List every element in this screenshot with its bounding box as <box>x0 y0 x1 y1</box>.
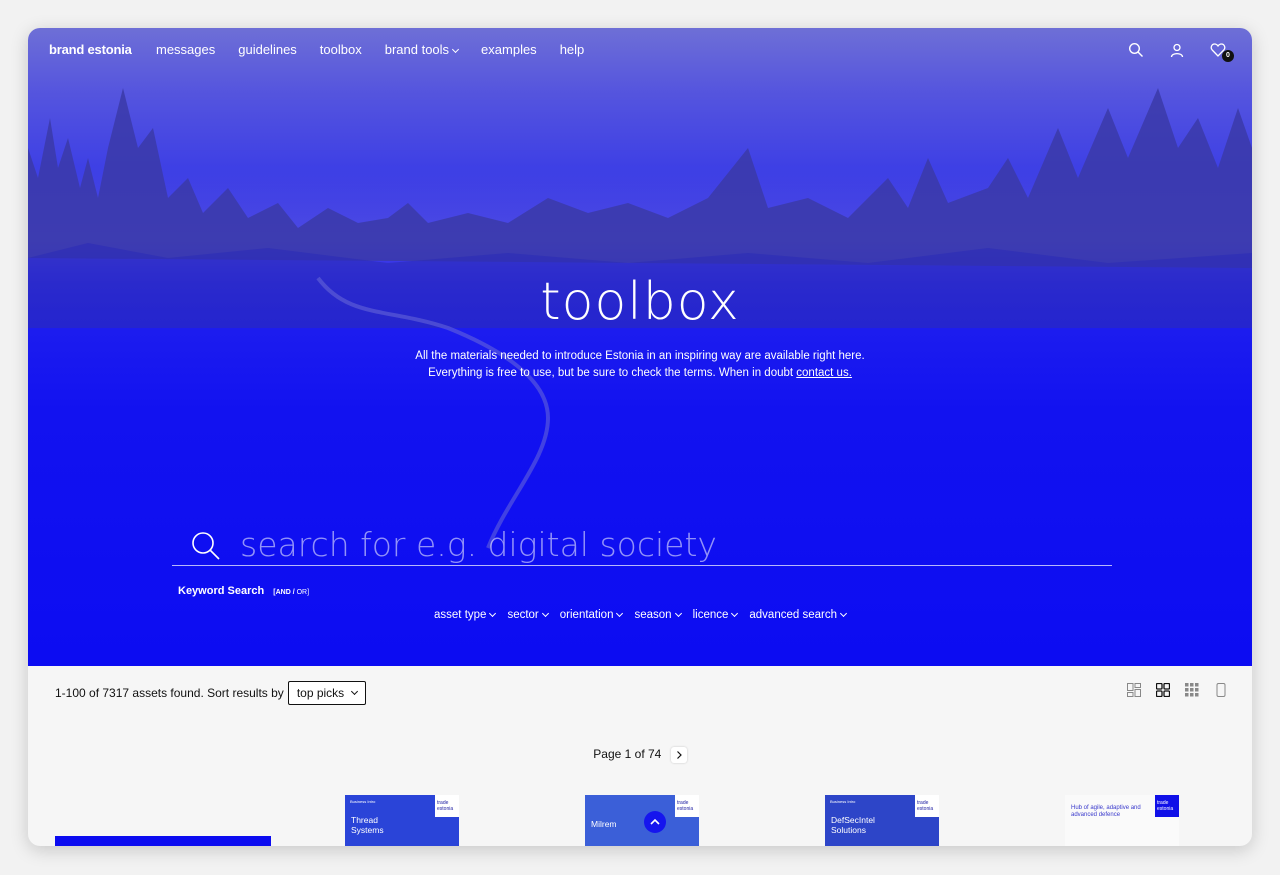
filter-sector-label: sector <box>507 609 539 621</box>
forest-background-image <box>28 88 1252 549</box>
hero-intro: All the materials needed to introduce Es… <box>28 348 1252 382</box>
grid-small-view-icon[interactable] <box>1185 683 1199 697</box>
filter-orientation-label: orientation <box>559 609 614 621</box>
chevron-up-icon <box>650 818 660 825</box>
scroll-to-top-button[interactable] <box>644 811 666 833</box>
thumbnail-subtitle: Business Intro <box>830 799 856 804</box>
asset-thumbnail[interactable]: Milrem trade estonia <box>585 795 699 846</box>
keyword-search-label: Keyword Search <box>178 585 265 597</box>
page-title: toolbox <box>540 272 740 332</box>
chevron-down-icon <box>541 609 549 618</box>
page-indicator: Page 1 of 74 <box>593 747 662 762</box>
intro-line-2: Everything is free to use, but be sure t… <box>28 365 1252 382</box>
intro-line-1: All the materials needed to introduce Es… <box>415 350 865 362</box>
view-mode-toggle <box>1127 683 1228 697</box>
nav-link-brand-tools[interactable]: brand tools <box>384 42 460 57</box>
filter-season-label: season <box>634 609 672 621</box>
nav-links: messages guidelines toolbox brand tools … <box>156 42 607 57</box>
search-mode-toggle[interactable]: [AND / OR] <box>273 589 309 596</box>
asset-thumbnail[interactable]: Business Intro Thread Systems trade esto… <box>345 795 459 846</box>
results-summary-bar: 1-100 of 7317 assets found. Sort results… <box>55 681 367 705</box>
search-bar <box>172 524 1112 566</box>
mode-or[interactable]: OR] <box>297 589 309 596</box>
nav-link-guidelines[interactable]: guidelines <box>238 42 297 57</box>
asset-thumbnail[interactable]: Business Intro DefSecIntel Solutions tra… <box>825 795 939 846</box>
results-count: 1-100 of 7317 assets found. Sort results… <box>55 686 284 700</box>
chevron-down-icon <box>616 609 624 618</box>
thumbnail-subtitle: Business Intro <box>350 799 376 804</box>
filter-asset-type[interactable]: asset type <box>434 609 497 621</box>
nav-link-brand-tools-label: brand tools <box>384 42 450 57</box>
filter-licence[interactable]: licence <box>692 609 739 621</box>
filter-season[interactable]: season <box>634 609 682 621</box>
sort-select[interactable]: top picks <box>287 681 367 705</box>
heart-icon[interactable]: 0 <box>1210 42 1234 62</box>
filter-asset-type-label: asset type <box>434 609 487 621</box>
trade-estonia-badge: trade estonia <box>675 795 699 817</box>
top-navigation: brand estonia messages guidelines toolbo… <box>28 28 1252 74</box>
search-input[interactable] <box>238 524 1098 564</box>
next-page-button[interactable] <box>670 747 687 763</box>
list-view-icon[interactable] <box>1214 683 1228 697</box>
intro-line-2-text: Everything is free to use, but be sure t… <box>428 367 794 379</box>
search-icon[interactable] <box>1128 42 1146 60</box>
grid-large-view-icon[interactable] <box>1156 683 1170 697</box>
trade-estonia-badge: trade estonia <box>1155 795 1179 817</box>
hero-section: brand estonia messages guidelines toolbo… <box>28 28 1252 666</box>
user-icon[interactable] <box>1169 42 1187 60</box>
chevron-down-icon <box>731 609 739 618</box>
chevron-down-icon <box>674 609 682 618</box>
asset-thumbnail[interactable] <box>55 836 271 846</box>
nav-link-toolbox[interactable]: toolbox <box>320 42 362 57</box>
thumbnail-title: Milrem <box>591 819 617 829</box>
thumbnail-title: Thread Systems <box>351 815 384 835</box>
nav-icons: 0 <box>1128 42 1234 62</box>
trade-estonia-badge: trade estonia <box>435 795 459 817</box>
filter-advanced-search-label: advanced search <box>749 609 837 621</box>
filter-licence-label: licence <box>692 609 729 621</box>
pagination: Page 1 of 74 <box>28 747 1252 763</box>
nav-link-examples[interactable]: examples <box>481 42 537 57</box>
search-mode: Keyword Search [AND / OR] <box>178 585 309 597</box>
favorites-count-badge: 0 <box>1222 50 1234 62</box>
chevron-down-icon <box>351 687 359 695</box>
asset-thumbnail[interactable]: Hub of agile, adaptive and advanced defe… <box>1065 795 1179 846</box>
contact-us-link[interactable]: contact us. <box>796 367 852 379</box>
filter-orientation[interactable]: orientation <box>559 609 624 621</box>
brand-logo[interactable]: brand estonia <box>49 42 132 57</box>
masonry-view-icon[interactable] <box>1127 683 1141 697</box>
filter-advanced-search[interactable]: advanced search <box>749 609 848 621</box>
filter-sector[interactable]: sector <box>507 609 549 621</box>
trade-estonia-badge: trade estonia <box>915 795 939 817</box>
sort-value: top picks <box>296 686 345 700</box>
search-icon[interactable] <box>190 530 222 562</box>
chevron-down-icon <box>452 45 460 54</box>
chevron-down-icon <box>839 609 848 618</box>
mode-and[interactable]: [AND <box>273 589 291 596</box>
filter-bar: asset type sector orientation season lic… <box>28 609 1252 621</box>
nav-link-help[interactable]: help <box>560 42 585 57</box>
thumbnail-title: DefSecIntel Solutions <box>831 815 875 835</box>
chevron-right-icon <box>676 751 682 759</box>
thumbnail-title: Hub of agile, adaptive and advanced defe… <box>1071 805 1141 818</box>
chevron-down-icon <box>489 609 497 618</box>
browser-frame: brand estonia messages guidelines toolbo… <box>28 28 1252 846</box>
nav-link-messages[interactable]: messages <box>156 42 215 57</box>
